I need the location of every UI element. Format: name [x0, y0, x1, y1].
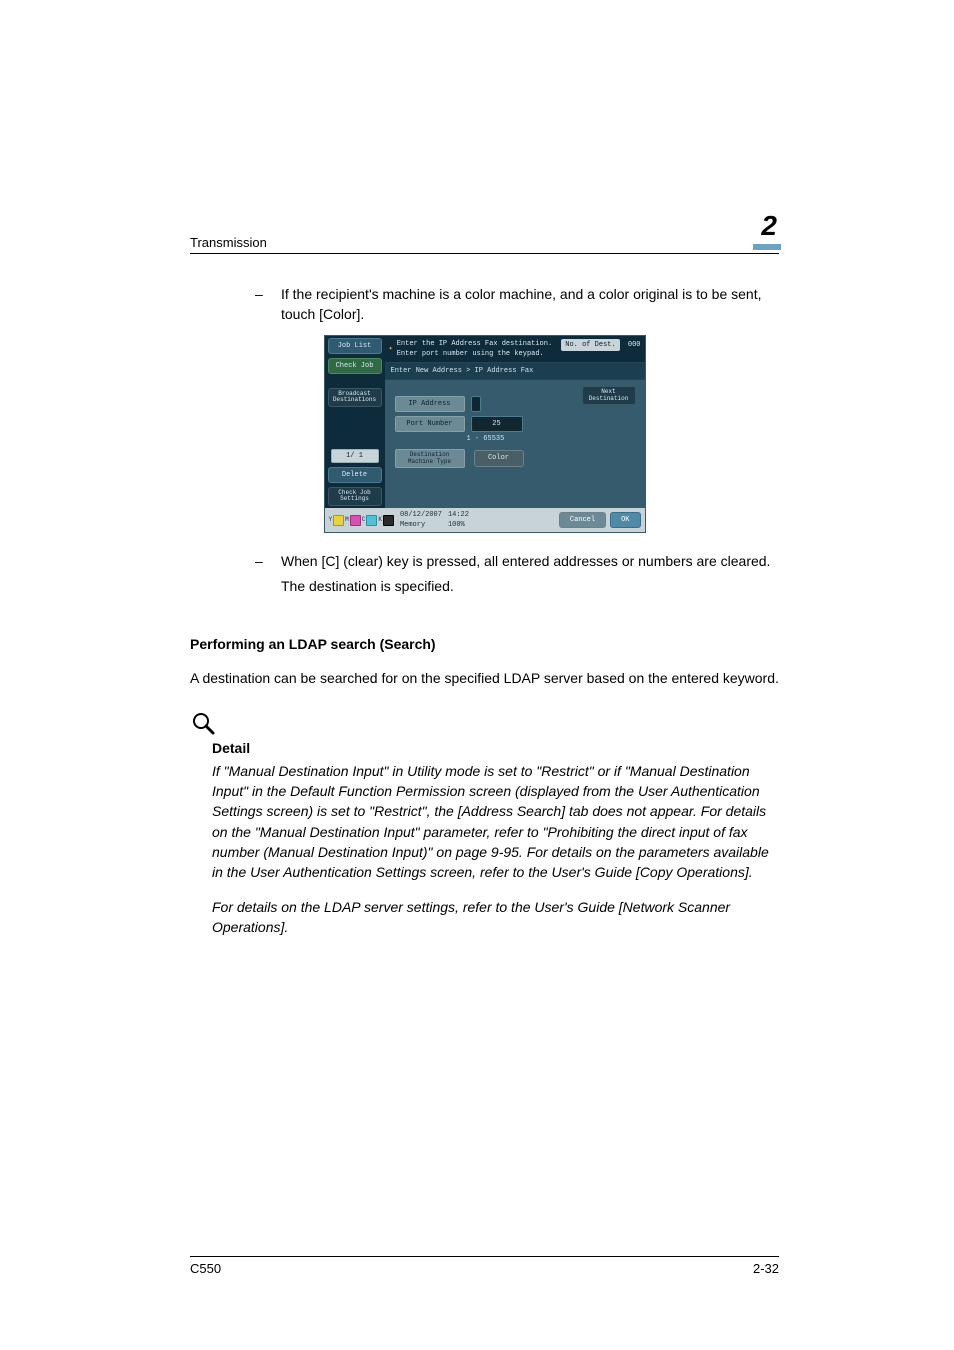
page: Transmission 2 – If the recipient's mach…: [0, 0, 954, 1350]
hint-line-1: Enter the IP Address Fax destination.: [397, 339, 552, 349]
pager: 1/ 1: [331, 449, 379, 463]
machine-type-label: Destination Machine Type: [395, 449, 465, 468]
hint-line-2: Enter port number using the keypad.: [397, 349, 552, 359]
ss-left-panel: Job List Check Job Broadcast Destination…: [325, 336, 385, 508]
check-job-settings-button[interactable]: Check Job Settings: [328, 487, 382, 506]
footer-date: 08/12/2007: [400, 510, 442, 520]
ss-footer-buttons: Cancel OK: [559, 512, 641, 528]
port-number-row: Port Number 25: [395, 416, 635, 432]
running-head: Transmission: [190, 235, 267, 250]
detail-para-1: If "Manual Destination Input" in Utility…: [212, 761, 779, 883]
next-destination-button[interactable]: Next Destination: [582, 386, 636, 405]
port-range-row: 1 - 65535: [461, 434, 635, 444]
result-line: The destination is specified.: [281, 576, 779, 596]
port-number-field[interactable]: 25: [471, 416, 523, 432]
job-list-button[interactable]: Job List: [328, 338, 382, 354]
footer-mem-label: Memory: [400, 520, 442, 530]
bullet-item: – If the recipient's machine is a color …: [255, 284, 779, 325]
hint-icon: ✦: [389, 344, 393, 354]
page-header: Transmission 2: [190, 210, 779, 254]
magnifier-icon: [190, 710, 779, 736]
ip-address-field[interactable]: [471, 396, 481, 412]
bullet-group-2: – When [C] (clear) key is pressed, all e…: [255, 551, 779, 596]
detail-label: Detail: [212, 738, 779, 758]
color-button[interactable]: Color: [474, 450, 524, 466]
bullet-text: If the recipient's machine is a color ma…: [281, 284, 779, 325]
toner-m-icon: [350, 515, 361, 526]
footer-mem-value: 100%: [448, 520, 469, 530]
subheading-ldap: Performing an LDAP search (Search): [190, 634, 779, 654]
bullet-item: – When [C] (clear) key is pressed, all e…: [255, 551, 779, 571]
machine-type-row: Destination Machine Type Color: [395, 448, 635, 468]
bullet-dash: –: [255, 551, 281, 571]
check-job-button[interactable]: Check Job: [328, 358, 382, 374]
footer-time: 14:22: [448, 510, 469, 520]
page-footer: C550 2-32: [190, 1256, 779, 1276]
broadcast-dest-button[interactable]: Broadcast Destinations: [328, 388, 382, 407]
ss-main-area: Next Destination IP Address Port Number …: [385, 380, 645, 508]
chapter-number: 2: [761, 210, 777, 241]
toner-k-icon: [383, 515, 394, 526]
bullet-text: When [C] (clear) key is pressed, all ent…: [281, 551, 779, 571]
footer-model: C550: [190, 1261, 221, 1276]
ip-address-label: IP Address: [395, 396, 465, 412]
counter-label: No. of Dest.: [561, 339, 619, 351]
cancel-button[interactable]: Cancel: [559, 512, 606, 528]
ok-button[interactable]: OK: [610, 512, 640, 528]
ss-top: Job List Check Job Broadcast Destination…: [325, 336, 645, 508]
ss-footer-info: 08/12/2007 Memory 14:22 100%: [400, 510, 469, 530]
toner-c-icon: [366, 515, 377, 526]
page-body: – If the recipient's machine is a color …: [190, 284, 779, 937]
ss-breadcrumb: Enter New Address > IP Address Fax: [385, 363, 645, 380]
port-range: 1 - 65535: [467, 434, 505, 444]
chapter-number-wrap: 2: [753, 210, 781, 250]
dest-counter: No. of Dest. 000: [561, 339, 640, 359]
ss-right-area: ✦ Enter the IP Address Fax destination. …: [385, 336, 645, 508]
footer-page: 2-32: [753, 1261, 779, 1276]
ldap-intro: A destination can be searched for on the…: [190, 668, 779, 688]
toner-y-icon: [333, 515, 344, 526]
port-number-label: Port Number: [395, 416, 465, 432]
detail-para-2: For details on the LDAP server settings,…: [212, 897, 779, 938]
counter-value: 000: [628, 341, 641, 349]
delete-button[interactable]: Delete: [328, 467, 382, 483]
embedded-screenshot: Job List Check Job Broadcast Destination…: [324, 335, 646, 534]
bullet-dash: –: [255, 284, 281, 325]
bullet-group-1: – If the recipient's machine is a color …: [255, 284, 779, 325]
ss-footer: Y M C K 08/12/2007 Memory 14:22 100%: [325, 508, 645, 532]
ss-hint-bar: ✦ Enter the IP Address Fax destination. …: [385, 336, 645, 363]
toner-status-icons: Y M C K: [329, 515, 394, 526]
